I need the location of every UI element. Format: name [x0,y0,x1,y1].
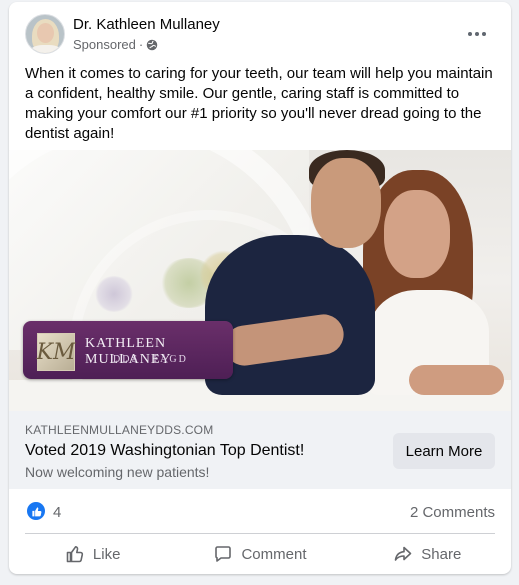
link-description: Now welcoming new patients! [25,464,210,480]
author-name[interactable]: Dr. Kathleen Mullaney [73,16,220,33]
share-arrow-icon [394,546,412,561]
sponsored-meta: Sponsored · [73,37,158,52]
logo-credentials: DDS · FAGD [113,354,188,365]
reaction-stats: 4 2 Comments [9,489,511,533]
thumbs-up-reaction-icon[interactable] [27,502,45,520]
monogram-logo: KM [37,333,75,371]
like-label: Like [92,545,121,563]
meta-separator: · [138,37,144,52]
sponsored-label[interactable]: Sponsored [73,37,136,52]
post-text: When it comes to caring for your teeth, … [25,65,493,142]
link-preview[interactable]: KATHLEENMULLANEYDDS.COM Voted 2019 Washi… [9,411,511,489]
author-avatar[interactable] [25,14,65,54]
comments-count[interactable]: 2 Comments [410,504,495,521]
link-domain: KATHLEENMULLANEYDDS.COM [25,423,214,437]
thumbs-up-icon [66,546,84,563]
post-header: Dr. Kathleen Mullaney Sponsored · [9,2,511,62]
like-count[interactable]: 4 [53,504,61,521]
more-options-icon[interactable] [461,22,493,46]
globe-icon [146,39,158,50]
comment-button[interactable]: Comment [176,534,343,574]
like-button[interactable]: Like [9,534,176,574]
share-label: Share [421,545,462,563]
link-title[interactable]: Voted 2019 Washingtonian Top Dentist! [25,442,304,460]
comment-bubble-icon [215,546,232,562]
brand-logo-badge: KM KATHLEEN MULLANEY DDS · FAGD [23,321,233,379]
learn-more-button[interactable]: Learn More [393,433,495,469]
post-actions: Like Comment Share [9,534,511,574]
share-button[interactable]: Share [344,534,511,574]
comment-label: Comment [241,545,307,563]
sponsored-post-card: Dr. Kathleen Mullaney Sponsored · When i… [9,2,511,574]
